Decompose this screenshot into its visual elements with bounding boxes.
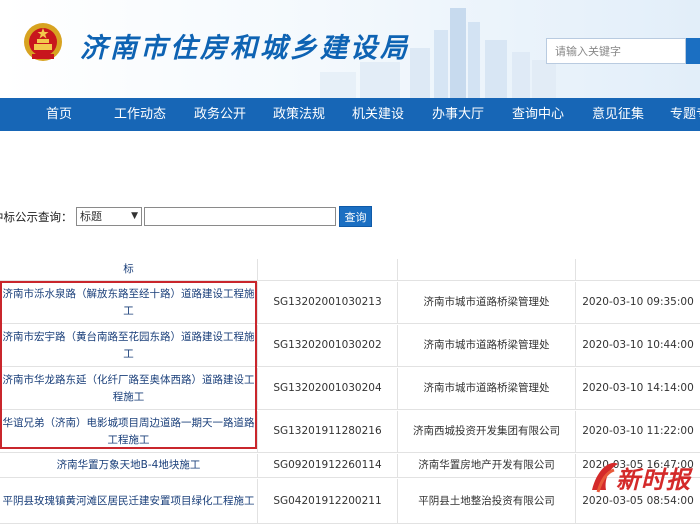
project-name[interactable]: 平阴县玫瑰镇黄河滩区居民迁建安置项目绿化工程施工 [0, 479, 258, 523]
project-code: SG13202001030202 [258, 325, 398, 366]
site-title: 济南市住房和城乡建设局 [80, 33, 410, 64]
tender-unit: 济南西城投资开发集团有限公司 [398, 411, 576, 452]
project-name[interactable]: 标 [0, 259, 258, 280]
tender-unit [398, 259, 576, 280]
watermark-text: 新时报 [616, 465, 691, 494]
project-code: SG04201912200211 [258, 479, 398, 523]
query-select-value: 标题 [80, 210, 102, 223]
publish-date: 2020-03-10 09:35:00 [582, 296, 694, 309]
search-input[interactable] [547, 39, 685, 63]
publish-date: 2020-03-10 14:14:00 [582, 382, 694, 395]
project-code: SG13202001030213 [258, 282, 398, 323]
red-highlight-box [0, 281, 257, 449]
dropdown-arrow-icon: ▼ [131, 211, 138, 221]
tender-unit: 济南市城市道路桥梁管理处 [398, 368, 576, 409]
publish-date [576, 259, 700, 280]
national-emblem-icon [24, 23, 62, 61]
project-code [258, 259, 398, 280]
query-keyword-input[interactable] [144, 207, 336, 226]
nav-item-home[interactable]: 首页 [46, 98, 72, 131]
publish-date: 2020-03-10 11:22:00 [582, 425, 694, 438]
nav-item-work-news[interactable]: 工作动态 [114, 98, 166, 131]
tender-unit: 济南华置房地产开发有限公司 [398, 454, 576, 477]
search-box [546, 38, 686, 64]
nav-item-feedback[interactable]: 意见征集 [592, 98, 644, 131]
nav-item-topics[interactable]: 专题专 [670, 98, 700, 131]
project-code: SG13202001030204 [258, 368, 398, 409]
tender-unit: 济南市城市道路桥梁管理处 [398, 282, 576, 323]
project-code: SG13201911280216 [258, 411, 398, 452]
tender-unit: 平阴县土地整治投资有限公司 [398, 479, 576, 523]
publish-date: 2020-03-10 10:44:00 [582, 339, 694, 352]
query-label: 中标公示查询： [0, 210, 73, 224]
query-button[interactable]: 查询 [339, 206, 372, 227]
project-name[interactable]: 济南华置万象天地B-4地块施工 [0, 454, 258, 477]
query-field-select[interactable]: 标题 ▼ [76, 207, 142, 226]
search-button[interactable] [686, 38, 700, 64]
project-code: SG09201912260114 [258, 454, 398, 477]
nav-item-policies[interactable]: 政策法规 [273, 98, 325, 131]
nav-item-service-hall[interactable]: 办事大厅 [432, 98, 484, 131]
nav-item-government-affairs[interactable]: 政务公开 [194, 98, 246, 131]
tender-unit: 济南市城市道路桥梁管理处 [398, 325, 576, 366]
nav-item-query-center[interactable]: 查询中心 [512, 98, 564, 131]
nav-item-organization[interactable]: 机关建设 [352, 98, 404, 131]
main-nav: 首页 工作动态 政务公开 政策法规 机关建设 办事大厅 查询中心 意见征集 专题… [0, 98, 700, 131]
site-header: 济南市住房和城乡建设局 [0, 0, 700, 98]
table-row: 标 [0, 259, 700, 281]
bid-query-bar: 中标公示查询： 标题 ▼ 查询 [0, 206, 372, 227]
